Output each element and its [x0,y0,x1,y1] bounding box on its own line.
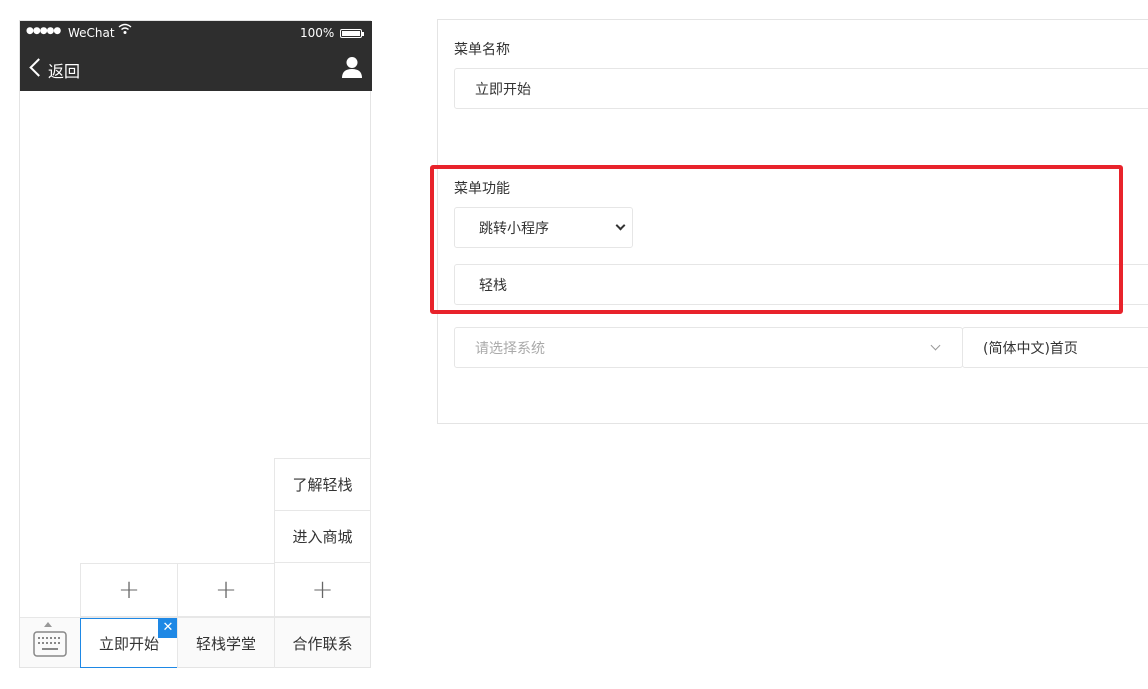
battery-icon [340,29,364,38]
plus-icon: + [215,575,237,605]
phone-preview: ●●●●● WeChat 100% 返回 了解轻栈 进入商城 + + + 立即开… [19,20,372,668]
menu-name-value: 立即开始 [475,81,531,98]
submenu-item-label: 进入商城 [292,528,353,546]
chevron-down-icon [615,220,626,231]
main-menu-item-start[interactable]: 立即开始 ✕ [80,618,178,668]
bottom-menu-bar: 立即开始 ✕ 轻栈学堂 合作联系 [20,617,370,668]
menu-function-select[interactable]: 跳转小程序 [454,207,633,248]
keyboard-icon [33,631,67,657]
nav-bar: 返回 [20,46,372,91]
main-menu-item-label: 合作联系 [292,634,353,653]
main-menu-item-academy[interactable]: 轻栈学堂 [177,618,274,668]
main-menu-item-contact[interactable]: 合作联系 [274,618,370,668]
battery-percent: 100% [300,26,335,40]
plus-icon: + [311,574,334,605]
add-submenu-button-3[interactable]: + [274,562,371,617]
miniprogram-input[interactable]: 轻栈 [454,264,1148,305]
menu-function-label: 菜单功能 [454,181,510,197]
back-button[interactable]: 返回 [48,58,80,82]
caret-up-icon [44,622,52,627]
keyboard-toggle[interactable] [20,618,80,668]
page-select[interactable]: (简体中文)首页 [962,327,1148,368]
menu-name-input[interactable]: 立即开始 [454,68,1148,109]
status-bar: ●●●●● WeChat 100% [20,21,372,46]
main-menu-item-label: 轻栈学堂 [195,634,256,653]
add-submenu-button-1[interactable]: + [80,563,178,617]
system-select[interactable]: 请选择系统 [454,327,963,368]
carrier-label: WeChat [68,26,115,40]
main-menu-item-label: 立即开始 [98,634,159,653]
user-icon[interactable] [342,56,362,78]
menu-function-value: 跳转小程序 [479,220,549,237]
page-select-value: (简体中文)首页 [983,340,1078,357]
submenu-item-about[interactable]: 了解轻栈 [274,458,371,511]
chevron-down-icon [930,340,941,351]
back-chevron-icon[interactable] [29,58,48,77]
add-submenu-button-2[interactable]: + [177,563,275,617]
menu-name-label: 菜单名称 [454,42,510,58]
signal-icon: ●●●●● [26,26,61,36]
wifi-icon [118,23,132,39]
plus-icon: + [118,575,140,605]
submenu-item-shop[interactable]: 进入商城 [274,510,371,563]
system-select-placeholder: 请选择系统 [475,340,545,357]
miniprogram-value: 轻栈 [479,277,507,294]
submenu-item-label: 了解轻栈 [292,476,353,494]
delete-menu-button[interactable]: ✕ [158,618,178,638]
